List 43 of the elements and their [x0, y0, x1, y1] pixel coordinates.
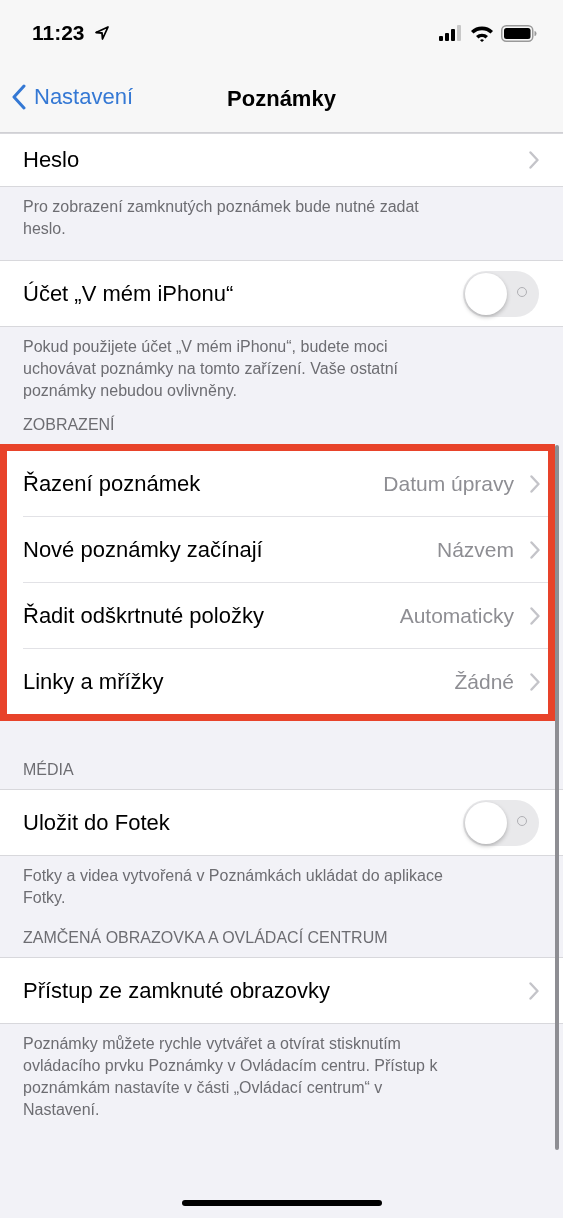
row-value: Datum úpravy	[383, 471, 514, 496]
row-label: Přístup ze zamknuté obrazovky	[23, 977, 331, 1004]
row-label: Heslo	[23, 147, 81, 173]
chevron-icon	[529, 151, 539, 169]
section-footer: Pokud použijete účet „V mém iPhonu“, budete moci uchovávat poznámky na tomto zařízení. Vaše ostatní poznámky nebudou ovlivněny.	[0, 327, 563, 402]
section-header: ZOBRAZENÍ	[22, 416, 116, 435]
settings-row[interactable]: Přístup ze zamknuté obrazovky	[23, 958, 563, 1023]
row-value: Žádné	[454, 669, 514, 694]
row-label: Řadit odškrtnuté položky	[23, 602, 265, 629]
toggle-switch[interactable]	[463, 270, 539, 317]
wifi-icon	[470, 24, 494, 42]
status-time: 11:23	[32, 21, 85, 45]
row-label: Linky a mřížky	[23, 668, 165, 695]
settings-row[interactable]: Linky a mřížky Žádné	[23, 649, 548, 714]
settings-row[interactable]: Uložit do Fotek	[23, 790, 563, 855]
chevron-icon	[530, 540, 540, 559]
settings-row[interactable]: Nové poznámky začínají Názvem	[23, 517, 548, 583]
settings-row[interactable]: Řazení poznámek Datum úpravy	[23, 451, 548, 517]
settings-row[interactable]: Řadit odškrtnuté položky Automaticky	[23, 583, 548, 649]
signal-icon	[439, 25, 463, 41]
nav-title: Poznámky	[227, 86, 336, 112]
section-footer: Pro zobrazení zamknutých poznámek bude nutné zadat heslo.	[0, 187, 563, 240]
section-footer: Fotky a videa vytvořená v Poznámkách ukládat do aplikace Fotky.	[0, 856, 563, 909]
toggle-switch[interactable]	[463, 799, 539, 846]
row-label: Řazení poznámek	[23, 470, 202, 497]
row-value: Názvem	[436, 537, 514, 562]
row-label: Nové poznámky začínají	[23, 536, 264, 563]
chevron-icon	[530, 672, 540, 691]
chevron-icon	[530, 606, 540, 625]
location-arrow-icon	[93, 25, 110, 41]
settings-row[interactable]: Účet „V mém iPhonu“	[23, 261, 563, 326]
back-chevron-icon	[12, 84, 26, 110]
section-header: ZAMČENÁ OBRAZOVKA A OVLÁDACÍ CENTRUM	[22, 929, 389, 948]
battery-icon	[501, 24, 537, 42]
back-button[interactable]: Nastavení	[12, 84, 134, 110]
section-header: MÉDIA	[22, 761, 75, 780]
row-label: Uložit do Fotek	[23, 809, 171, 836]
chevron-icon	[529, 981, 539, 1000]
settings-row[interactable]: Heslo	[23, 134, 563, 186]
chevron-icon	[530, 474, 540, 493]
row-value: Automaticky	[399, 603, 514, 628]
section-footer: Poznámky můžete rychle vytvářet a otvírat stisknutím ovládacího prvku Poznámky v Ovládacím centru. Přístup k poznámkám nastavíte v části „Ovládací centrum“ v Nastavení.	[0, 1024, 563, 1121]
row-label: Účet „V mém iPhonu“	[23, 280, 235, 307]
